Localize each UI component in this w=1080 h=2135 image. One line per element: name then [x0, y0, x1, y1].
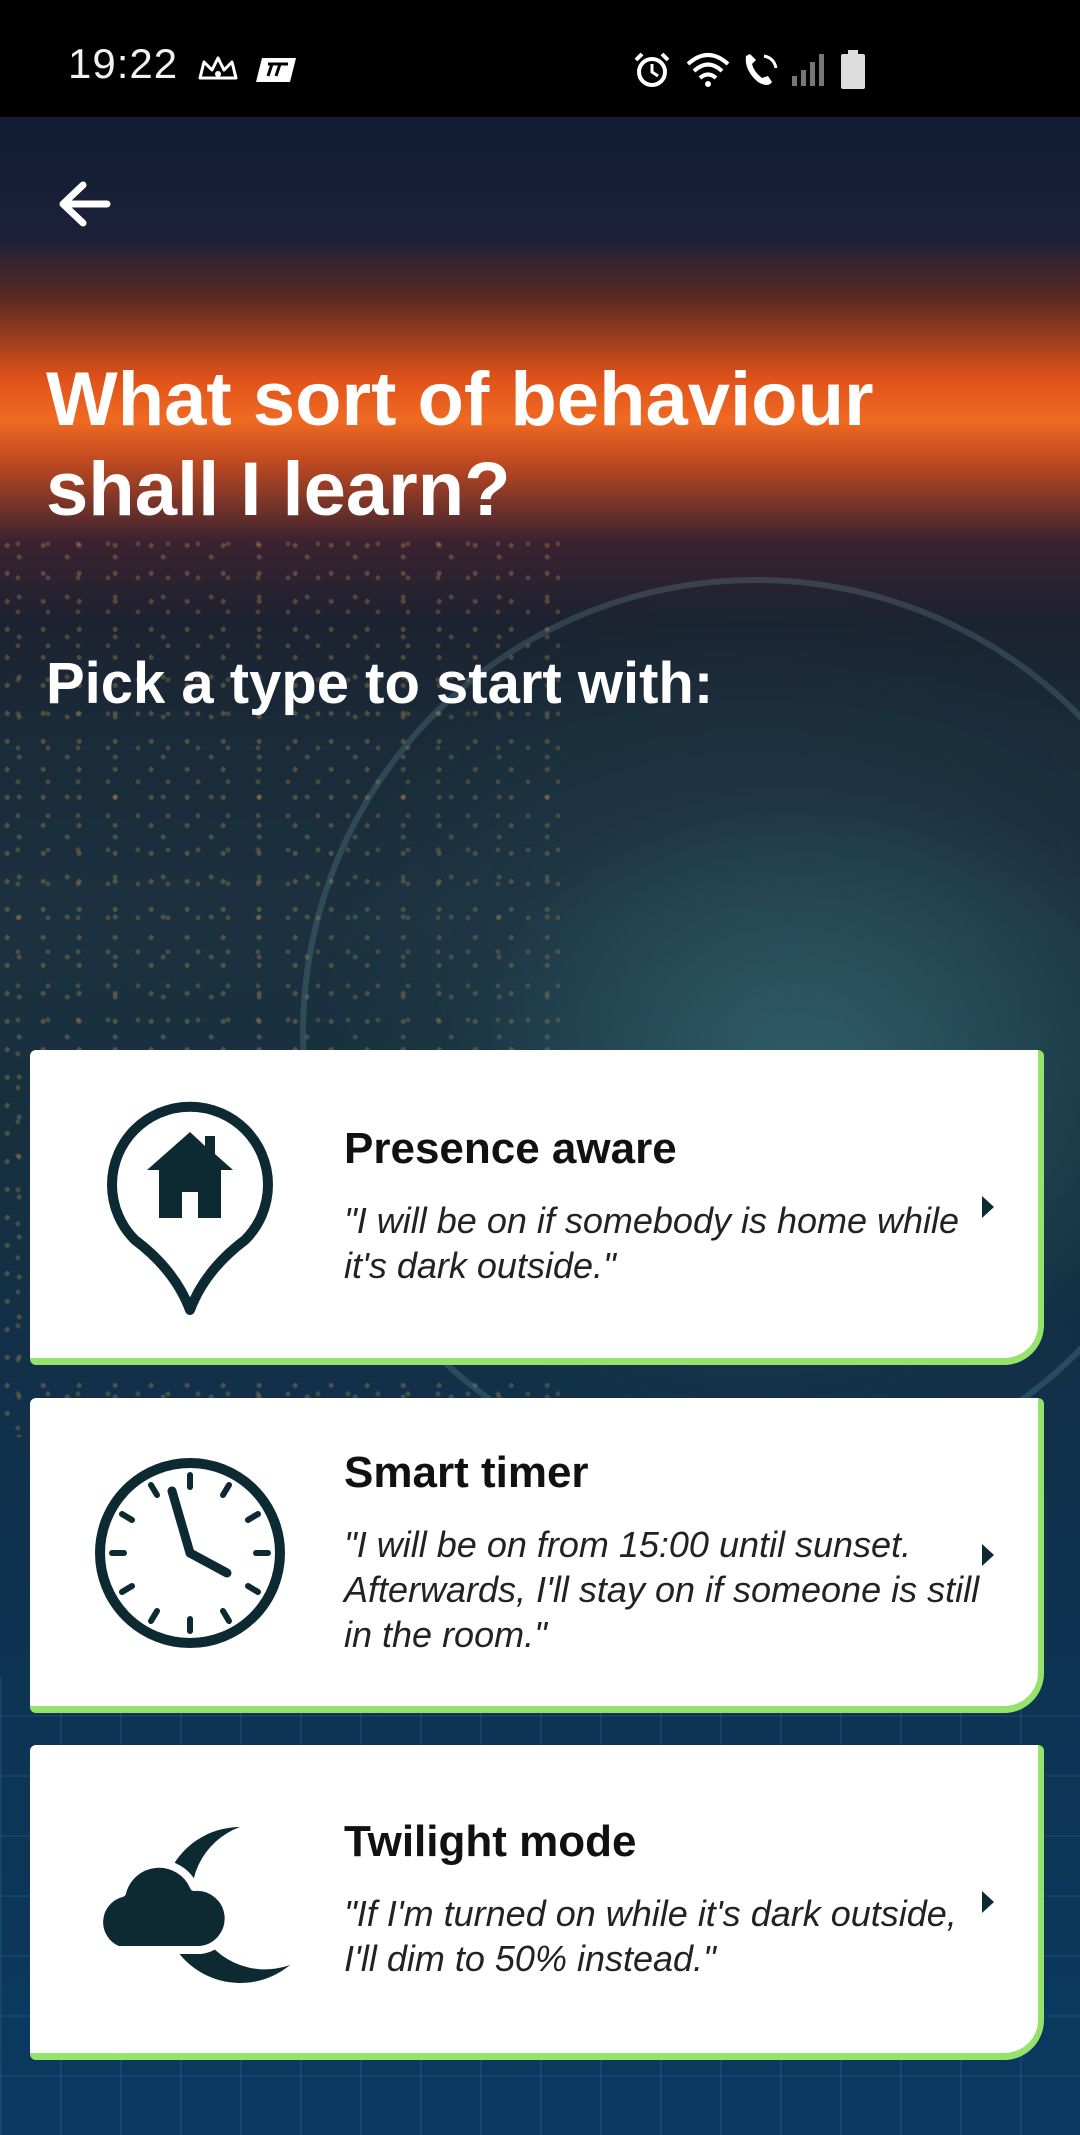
- option-title: Smart timer: [344, 1448, 589, 1497]
- clock-icon: [90, 1453, 290, 1653]
- call-icon: [745, 54, 778, 85]
- status-time: 19:22: [68, 40, 179, 87]
- page-title: What sort of behaviour shall I learn?: [46, 357, 874, 532]
- cloud-moon-icon: [90, 1805, 290, 1995]
- page-subtitle: Pick a type to start with:: [46, 651, 714, 716]
- option-title: Presence aware: [344, 1124, 677, 1173]
- option-description: "I will be on if somebody is home while …: [344, 1200, 960, 1286]
- chevron-right-icon: [982, 1544, 994, 1566]
- option-card-presence-aware[interactable]: Presence aware "I will be on if somebody…: [30, 1050, 1044, 1365]
- option-description: "If I'm turned on while it's dark outsid…: [344, 1893, 957, 1979]
- home-location-icon: [90, 1090, 290, 1320]
- back-button[interactable]: [52, 172, 116, 236]
- app-badge-icon: [256, 58, 296, 82]
- chevron-right-icon: [982, 1891, 994, 1913]
- option-title: Twilight mode: [344, 1817, 637, 1866]
- status-bar: 19:22: [0, 0, 1080, 117]
- wifi-icon: [686, 53, 730, 87]
- signal-icon: [792, 54, 824, 86]
- option-card-twilight-mode[interactable]: Twilight mode "If I'm turned on while it…: [30, 1745, 1044, 2060]
- crown-icon: [198, 56, 238, 80]
- option-description: "I will be on from 15:00 until sunset. A…: [344, 1524, 980, 1655]
- arrow-left-icon: [59, 181, 111, 227]
- battery-icon: [841, 50, 865, 89]
- chevron-right-icon: [982, 1196, 994, 1218]
- alarm-icon: [634, 52, 670, 87]
- option-card-smart-timer[interactable]: Smart timer "I will be on from 15:00 unt…: [30, 1398, 1044, 1713]
